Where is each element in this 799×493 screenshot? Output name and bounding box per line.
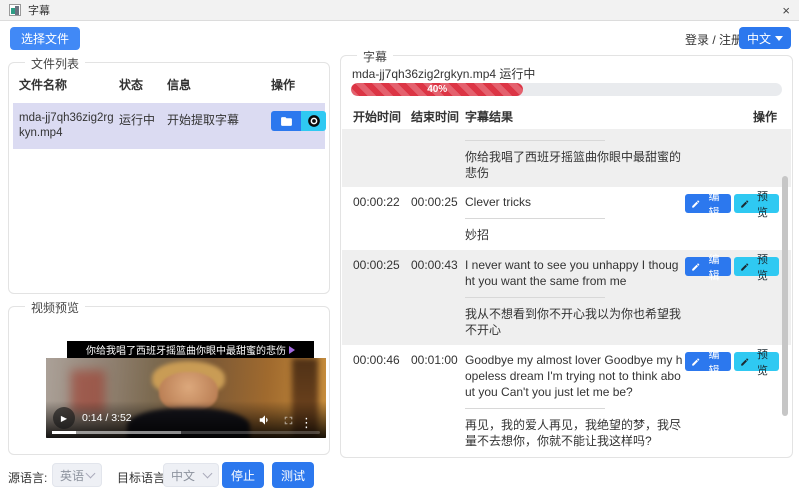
preview-button[interactable]: 预览 (733, 254, 779, 282)
video-player[interactable]: 你给我唱了西班牙摇篮曲你眼中最甜蜜的悲伤 ▶ 0:14 / 3:52 ⋮ (46, 339, 326, 438)
more-options-icon[interactable]: ⋮ (300, 416, 313, 429)
subtitles-legend: 字幕 (357, 48, 394, 65)
window-titlebar: 字幕 × (0, 0, 799, 21)
col-file-name: 文件名称 (19, 78, 68, 92)
pencil-icon (740, 199, 748, 208)
file-status: 运行中 (119, 113, 156, 127)
divider (465, 218, 605, 219)
pencil-icon (692, 199, 700, 208)
col-status: 状态 (119, 78, 144, 92)
source-language-value: 英语 (60, 468, 85, 483)
edit-button[interactable]: 编辑 (685, 254, 731, 282)
col-operation: 操作 (752, 110, 777, 124)
target-language-label: 目标语言: (117, 471, 169, 485)
fullscreen-icon[interactable] (282, 414, 295, 427)
progress-label: 40% (427, 84, 448, 95)
preview-label: 预览 (757, 253, 769, 282)
pencil-icon (740, 262, 748, 271)
chevron-down-icon (85, 468, 96, 478)
video-subtitle-overlay: 你给我唱了西班牙摇篮曲你眼中最甜蜜的悲伤 (67, 341, 314, 358)
col-result: 字幕结果 (465, 110, 514, 124)
end-time: 00:00:43 (411, 258, 458, 272)
preview-button[interactable]: 预览 (733, 349, 779, 377)
divider (465, 140, 605, 141)
language-menu-label: 中文 (746, 31, 771, 46)
start-time: 00:00:25 (353, 258, 400, 272)
preview-label: 预览 (757, 348, 769, 377)
video-progress-bar[interactable] (52, 431, 320, 434)
preview-label: 预览 (757, 190, 769, 219)
video-subtitle-text: 你给我唱了西班牙摇篮曲你眼中最甜蜜的悲伤 (86, 346, 286, 357)
subtitle-row-partial: 你给我唱了西班牙摇篮曲你眼中最甜蜜的悲伤 (342, 129, 791, 187)
video-preview-legend: 视频预览 (25, 299, 86, 316)
start-time: 00:00:46 (353, 353, 400, 367)
app-icon (9, 4, 21, 16)
stop-record-icon (307, 115, 320, 127)
subtitles-panel: 字幕 mda-jj7qh36zig2rgkyn.mp4 运行中 40% 开始时间… (340, 48, 793, 458)
pencil-icon (692, 357, 700, 366)
target-language-select[interactable]: 中文 (163, 463, 219, 487)
edit-label: 编辑 (708, 253, 720, 282)
end-time: 00:00:25 (411, 195, 458, 209)
subtitle-row: 00:00:46 00:01:00 Goodbye my almost love… (342, 345, 791, 455)
test-button[interactable]: 测试 (272, 462, 314, 488)
video-preview-panel: 视频预览 你给我唱了西班牙摇篮曲你眼中最甜蜜的悲伤 ▶ 0:14 / 3:52 … (8, 299, 330, 455)
file-info: 开始提取字幕 (167, 113, 240, 127)
edit-button[interactable]: 编辑 (685, 349, 731, 377)
folder-icon (280, 116, 292, 126)
end-time: 00:01:00 (411, 353, 458, 367)
watermark-icon (289, 345, 295, 354)
extraction-progress-bar: 40% (351, 83, 782, 96)
subtitle-row: 00:00:22 00:00:25 Clever tricks 妙招 编辑 预览 (342, 187, 791, 250)
subtitle-translation: 你给我唱了西班牙摇篮曲你眼中最甜蜜的悲伤 (465, 150, 682, 180)
stop-button[interactable]: 停止 (222, 462, 264, 488)
col-start-time: 开始时间 (353, 110, 402, 124)
source-language-label: 源语言: (8, 471, 48, 485)
file-list-panel: 文件列表 文件名称 状态 信息 操作 mda-jj7qh36zig2rgkyn.… (8, 55, 330, 294)
chevron-down-icon (775, 35, 783, 41)
source-language-select[interactable]: 英语 (52, 463, 102, 487)
subtitle-original: I never want to see you unhappy I though… (465, 258, 679, 288)
pencil-icon (740, 357, 748, 366)
open-folder-button[interactable] (271, 111, 301, 131)
video-time: 0:14 / 3:52 (82, 412, 132, 424)
edit-label: 编辑 (708, 190, 720, 219)
subtitle-translation: 再见，我的爱人再见，我绝望的梦，我尽量不去想你，你就不能让我这样吗? (465, 418, 682, 448)
start-time: 00:00:22 (353, 195, 400, 209)
volume-icon[interactable] (258, 413, 272, 427)
file-list-legend: 文件列表 (25, 55, 86, 72)
login-register-link[interactable]: 登录 / 注册 (685, 31, 743, 48)
pencil-icon (692, 262, 700, 271)
select-file-button[interactable]: 选择文件 (10, 27, 81, 50)
stop-task-button[interactable] (301, 111, 326, 131)
chevron-down-icon (202, 468, 213, 478)
subtitle-translation: 妙招 (465, 228, 490, 242)
subtitle-original: Goodbye my almost lover Goodbye my hopel… (465, 353, 683, 399)
edit-button[interactable]: 编辑 (685, 191, 731, 219)
preview-button[interactable]: 预览 (733, 191, 779, 219)
window-title: 字幕 (28, 5, 50, 17)
subtitle-rows-viewport: 你给我唱了西班牙摇篮曲你眼中最甜蜜的悲伤 00:00:22 00:00:25 C… (342, 129, 791, 455)
play-button[interactable]: ▶ (53, 407, 75, 429)
divider (465, 297, 605, 298)
divider (465, 408, 605, 409)
target-language-value: 中文 (171, 468, 196, 483)
scrollbar-thumb[interactable] (782, 176, 788, 416)
subtitle-file-status: mda-jj7qh36zig2rgkyn.mp4 运行中 (352, 67, 536, 81)
subtitle-original: Clever tricks (465, 195, 532, 209)
col-actions: 操作 (271, 78, 296, 92)
col-info: 信息 (167, 78, 192, 92)
file-row[interactable]: mda-jj7qh36zig2rgkyn.mp4 运行中 开始提取字幕 (13, 103, 326, 149)
file-name: mda-jj7qh36zig2rgkyn.mp4 (19, 112, 114, 139)
progress-fill: 40% (351, 83, 524, 96)
col-end-time: 结束时间 (411, 110, 460, 124)
edit-label: 编辑 (708, 348, 720, 377)
subtitle-row: 00:00:25 00:00:43 I never want to see yo… (342, 250, 791, 345)
language-menu-button[interactable]: 中文 (738, 27, 791, 49)
close-icon[interactable]: × (782, 4, 790, 17)
video-frame: ▶ 0:14 / 3:52 ⋮ (46, 358, 326, 438)
subtitle-translation: 我从不想看到你不开心我以为你也希望我不开心 (465, 307, 682, 337)
video-played (52, 431, 77, 434)
